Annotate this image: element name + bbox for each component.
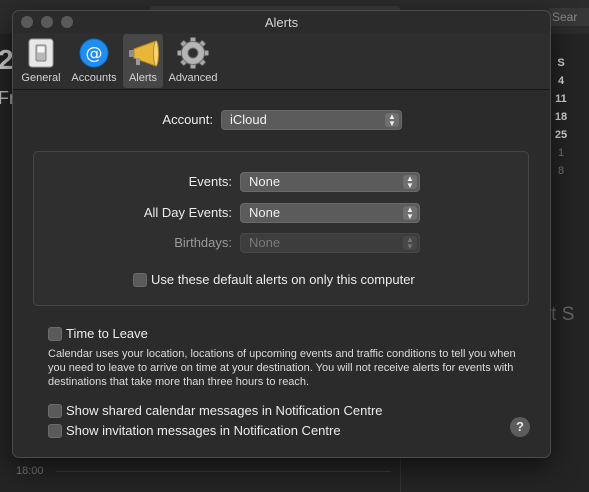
background-divider (400, 456, 401, 492)
chevron-updown-icon: ▲ ▼ (385, 113, 399, 128)
all-day-events-value: None (249, 205, 281, 220)
all-day-events-popup[interactable]: None ▲ ▼ (240, 203, 420, 223)
svg-text:@: @ (86, 44, 103, 64)
account-label: Account: (162, 112, 213, 127)
background-time-label: 18:00 (16, 465, 44, 477)
chevron-updown-icon: ▲ ▼ (403, 236, 417, 251)
mini-cal-day[interactable]: 8 (550, 165, 572, 177)
chevron-updown-icon: ▲ ▼ (403, 206, 417, 221)
mini-cal-header: S (557, 57, 565, 69)
megaphone-icon (126, 36, 160, 70)
help-button[interactable]: ? (510, 417, 530, 437)
tab-label: Advanced (168, 72, 218, 84)
preferences-toolbar: General @ Accounts Alerts Advanced (13, 33, 550, 90)
tab-alerts[interactable]: Alerts (123, 34, 163, 88)
mini-cal-day[interactable]: 18 (550, 111, 572, 123)
tab-advanced[interactable]: Advanced (165, 34, 221, 88)
tab-label: General (21, 72, 61, 84)
invitation-messages-checkbox[interactable] (48, 424, 62, 438)
mini-cal-day[interactable]: 11 (550, 93, 572, 105)
default-alerts-label: Use these default alerts on only this co… (151, 272, 415, 287)
time-to-leave-checkbox[interactable] (48, 327, 62, 341)
tab-general[interactable]: General (17, 34, 65, 88)
background-hour-line (56, 471, 391, 472)
background-search-field[interactable]: Sear (548, 8, 589, 26)
mini-cal-day[interactable]: 1 (550, 147, 572, 159)
shared-calendar-messages-checkbox[interactable] (48, 404, 62, 418)
background-mini-calendar: S 4 11 18 25 1 8 (550, 54, 589, 180)
time-to-leave-label: Time to Leave (66, 326, 148, 341)
account-value: iCloud (230, 112, 267, 127)
gear-icon (176, 36, 210, 70)
window-title: Alerts (264, 15, 299, 30)
birthdays-label: Birthdays: (174, 235, 232, 250)
at-sign-icon: @ (77, 36, 111, 70)
tab-label: Alerts (128, 72, 158, 84)
events-value: None (249, 174, 281, 189)
tab-accounts[interactable]: @ Accounts (68, 34, 120, 88)
chevron-updown-icon: ▲ ▼ (403, 175, 417, 190)
time-to-leave-description: Calendar uses your location, locations o… (48, 348, 516, 388)
mini-cal-day[interactable]: 25 (550, 129, 572, 141)
events-label: Events: (188, 174, 232, 189)
switch-icon (24, 36, 58, 70)
invitation-messages-label: Show invitation messages in Notification… (66, 423, 341, 438)
events-popup[interactable]: None ▲ ▼ (240, 172, 420, 192)
birthdays-value: None (249, 235, 281, 250)
default-alerts-checkbox[interactable] (133, 273, 147, 287)
shared-calendar-messages-label: Show shared calendar messages in Notific… (66, 403, 383, 418)
birthdays-popup: None ▲ ▼ (240, 233, 420, 253)
all-day-events-label: All Day Events: (143, 205, 232, 220)
mini-cal-day[interactable]: 4 (550, 75, 572, 87)
alerts-preferences-window: Alerts General @ Accounts Alerts Advance… (12, 10, 551, 458)
title-bar[interactable]: Alerts (13, 11, 550, 35)
tab-label: Accounts (71, 72, 117, 84)
account-popup[interactable]: iCloud ▲ ▼ (221, 110, 402, 130)
